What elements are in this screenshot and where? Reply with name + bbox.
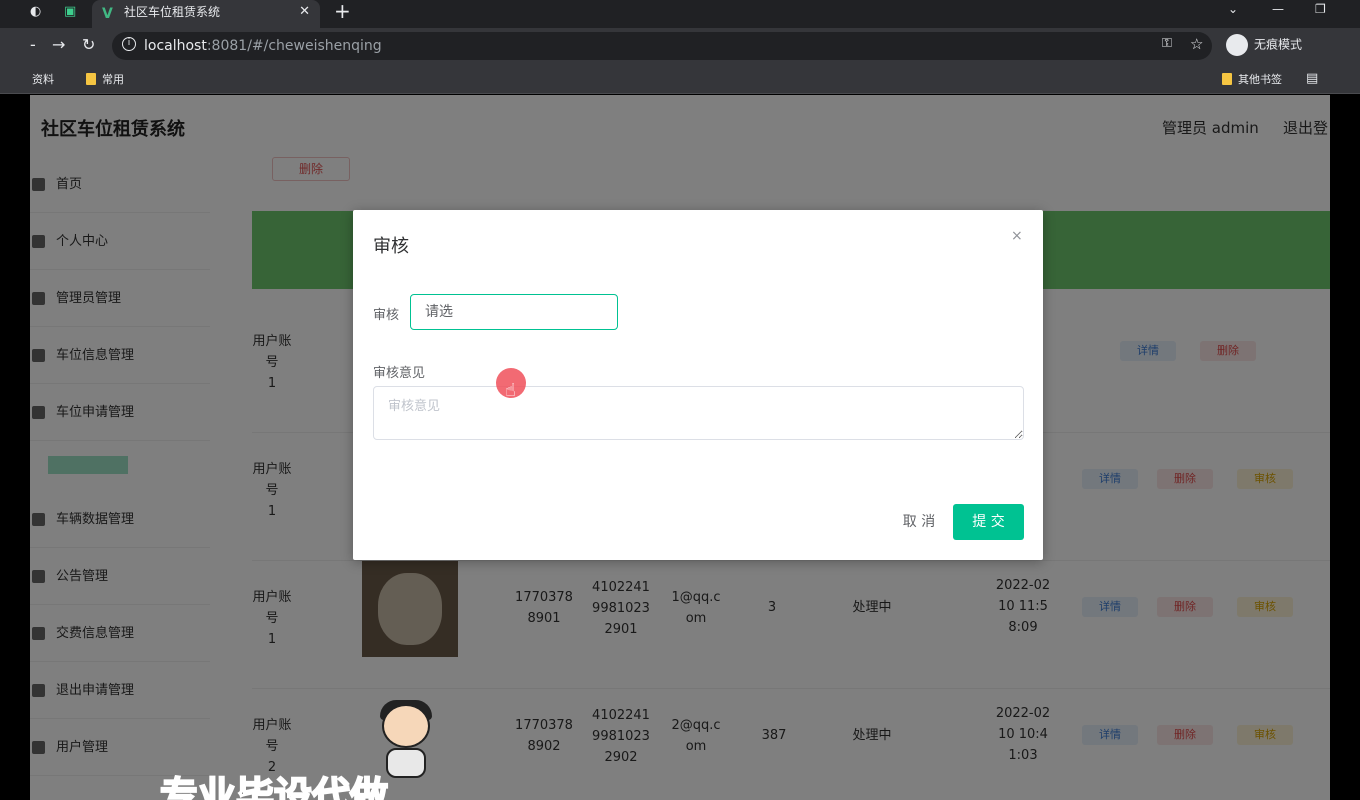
url-host: localhost xyxy=(144,38,207,54)
bookmark-label: 常用 xyxy=(102,73,124,86)
other-bookmarks[interactable]: 其他书签 xyxy=(1222,71,1282,87)
close-icon[interactable]: × xyxy=(1011,228,1023,244)
video-caption: 专业毕设代做 xyxy=(159,773,389,800)
tab-close-icon[interactable]: ✕ xyxy=(299,0,310,24)
bookmark-changyong[interactable]: 常用 xyxy=(86,71,124,87)
new-tab-button[interactable]: + xyxy=(334,0,351,22)
restore-icon[interactable]: ❐ xyxy=(1315,2,1326,16)
submit-button[interactable]: 提 交 xyxy=(953,504,1024,540)
incognito-label: 无痕模式 xyxy=(1254,37,1303,52)
incognito-icon xyxy=(1226,34,1248,56)
dialog-title: 审核 xyxy=(373,236,409,257)
vue-logo-icon: V xyxy=(102,6,113,22)
bookmark-star-icon[interactable]: ☆ xyxy=(1190,35,1203,53)
bookmark-label: 资料 xyxy=(32,73,54,86)
forward-icon[interactable]: → xyxy=(52,35,65,54)
screen: ◐ ▣ V 社区车位租赁系统 ✕ + ⌄ — ❐ ‐ → ↻ i localho… xyxy=(0,0,1360,800)
tab-search-icon[interactable]: ⌄ xyxy=(1228,2,1238,16)
tab-title: 社区车位租赁系统 xyxy=(124,5,221,19)
password-key-icon[interactable]: ⚿ xyxy=(1162,36,1172,51)
other-bookmarks-label: 其他书签 xyxy=(1238,73,1282,86)
cartoon-body xyxy=(386,748,426,778)
bookmarks-bar: 资料 常用 其他书签 ▤ xyxy=(0,64,1360,94)
audit-label: 审核 xyxy=(373,308,400,323)
minimize-icon[interactable]: — xyxy=(1272,2,1284,16)
back-icon[interactable]: ‐ xyxy=(30,35,36,54)
cancel-button[interactable]: 取 消 xyxy=(889,504,949,540)
audit-select[interactable]: 请选 xyxy=(410,294,618,330)
reload-icon[interactable]: ↻ xyxy=(82,35,95,54)
url-text: localhost:8081/#/cheweishenqing xyxy=(144,38,382,54)
opinion-label: 审核意见 xyxy=(373,366,426,381)
opinion-textarea[interactable] xyxy=(373,386,1024,440)
bookmark-ziliao[interactable]: 资料 xyxy=(32,71,54,87)
incognito-indicator[interactable]: 无痕模式 xyxy=(1226,34,1302,56)
hand-cursor-icon: ☝ xyxy=(505,380,516,401)
browser-logo-icon: ◐ xyxy=(30,4,42,19)
folder-icon xyxy=(1222,73,1232,85)
audit-select-value: 请选 xyxy=(425,304,453,320)
pinned-tab-icon[interactable]: ▣ xyxy=(64,4,76,19)
browser-tab-active[interactable]: V 社区车位租赁系统 ✕ xyxy=(92,0,320,28)
site-info-icon[interactable]: i xyxy=(122,37,136,51)
folder-icon xyxy=(86,73,96,85)
url-path: :8081/#/cheweishenqing xyxy=(206,38,382,54)
audit-dialog: 审核 × 审核 请选 审核意见 取 消 提 交 xyxy=(353,210,1043,560)
browser-tab-bar: ◐ ▣ V 社区车位租赁系统 ✕ + ⌄ — ❐ xyxy=(0,0,1360,28)
cartoon-head xyxy=(382,704,430,748)
reading-list-icon[interactable]: ▤ xyxy=(1306,71,1318,86)
address-bar-row: ‐ → ↻ i localhost:8081/#/cheweishenqing … xyxy=(0,28,1360,64)
url-bar[interactable]: i localhost:8081/#/cheweishenqing ⚿ ☆ xyxy=(112,32,1212,60)
